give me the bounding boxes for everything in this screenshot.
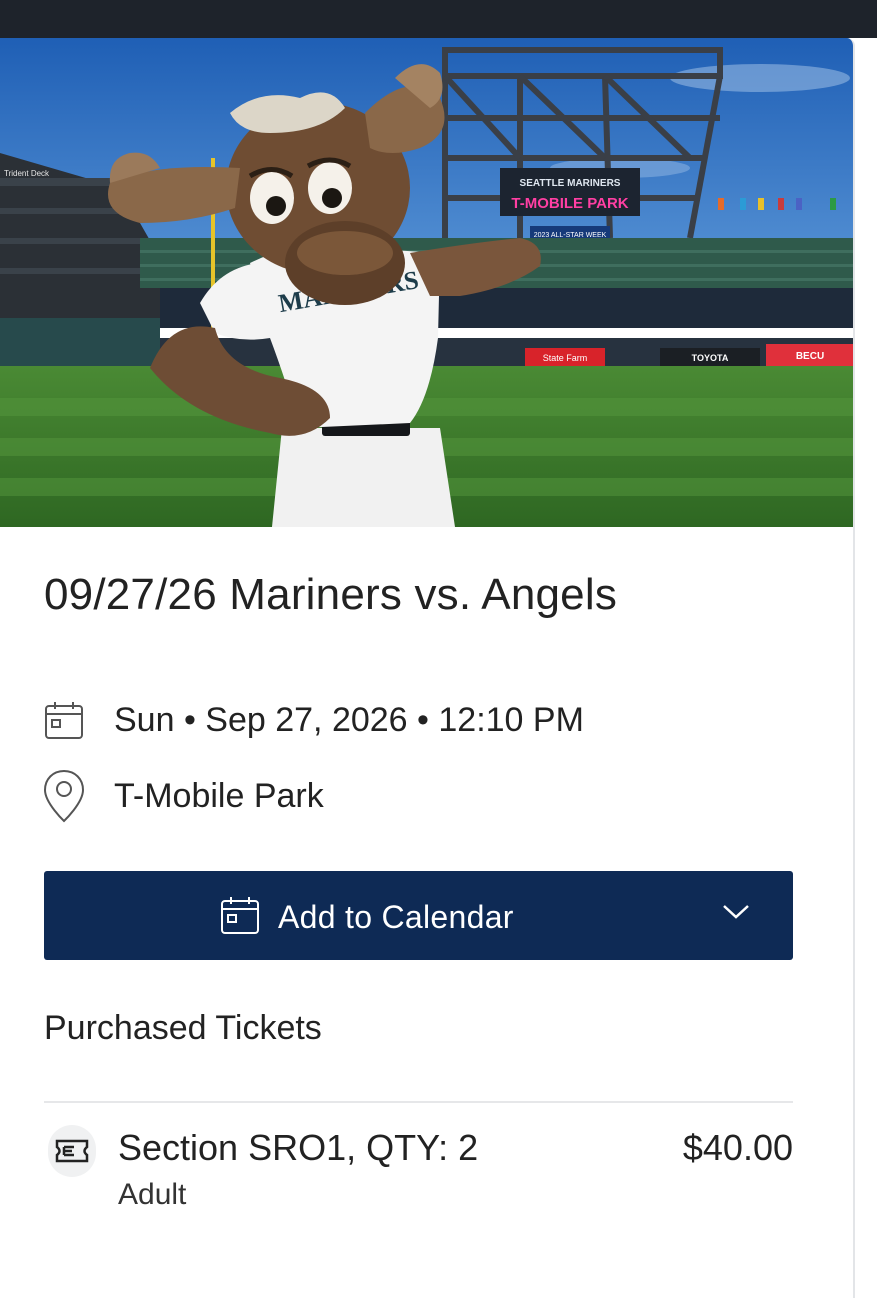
event-venue-row: T-Mobile Park [42, 769, 324, 823]
ad-statefarm: State Farm [543, 353, 588, 363]
ad-toyota: TOYOTA [692, 353, 729, 363]
calendar-icon [220, 895, 260, 940]
event-datetime-row: Sun • Sep 27, 2026 • 12:10 PM [42, 698, 584, 742]
board-sub-text: 2023 ALL-STAR WEEK [534, 232, 607, 239]
add-to-calendar-button[interactable]: Add to Calendar [44, 871, 793, 960]
event-card: SEATTLE MARINERS T-MOBILE PARK 2023 ALL-… [0, 38, 855, 1298]
top-bar [0, 0, 877, 38]
ticket-section-qty: Section SRO1, QTY: 2 [118, 1127, 479, 1168]
map-pin-icon [42, 769, 86, 823]
event-venue[interactable]: T-Mobile Park [114, 777, 324, 816]
ticket-type: Adult [118, 1178, 187, 1211]
ticket-price: $40.00 [682, 1127, 793, 1168]
event-hero-image: SEATTLE MARINERS T-MOBILE PARK 2023 ALL-… [0, 38, 853, 527]
board-top-text: SEATTLE MARINERS [520, 178, 621, 189]
event-datetime: Sun • Sep 27, 2026 • 12:10 PM [114, 700, 584, 739]
ballpark-sign: T-MOBILE PARK [511, 195, 628, 212]
divider [44, 1101, 793, 1103]
calendar-icon [42, 698, 86, 742]
purchased-tickets-heading: Purchased Tickets [44, 1009, 322, 1047]
chevron-down-icon[interactable] [721, 901, 751, 926]
add-to-calendar-label: Add to Calendar [278, 899, 514, 935]
ad-becu: BECU [796, 351, 824, 362]
ticket-row[interactable]: Section SRO1, QTY: 2 Adult $40.00 [44, 1123, 793, 1223]
event-title: 09/27/26 Mariners vs. Angels [44, 570, 618, 619]
deck-label: Trident Deck [4, 169, 50, 178]
ticket-icon [48, 1125, 96, 1177]
